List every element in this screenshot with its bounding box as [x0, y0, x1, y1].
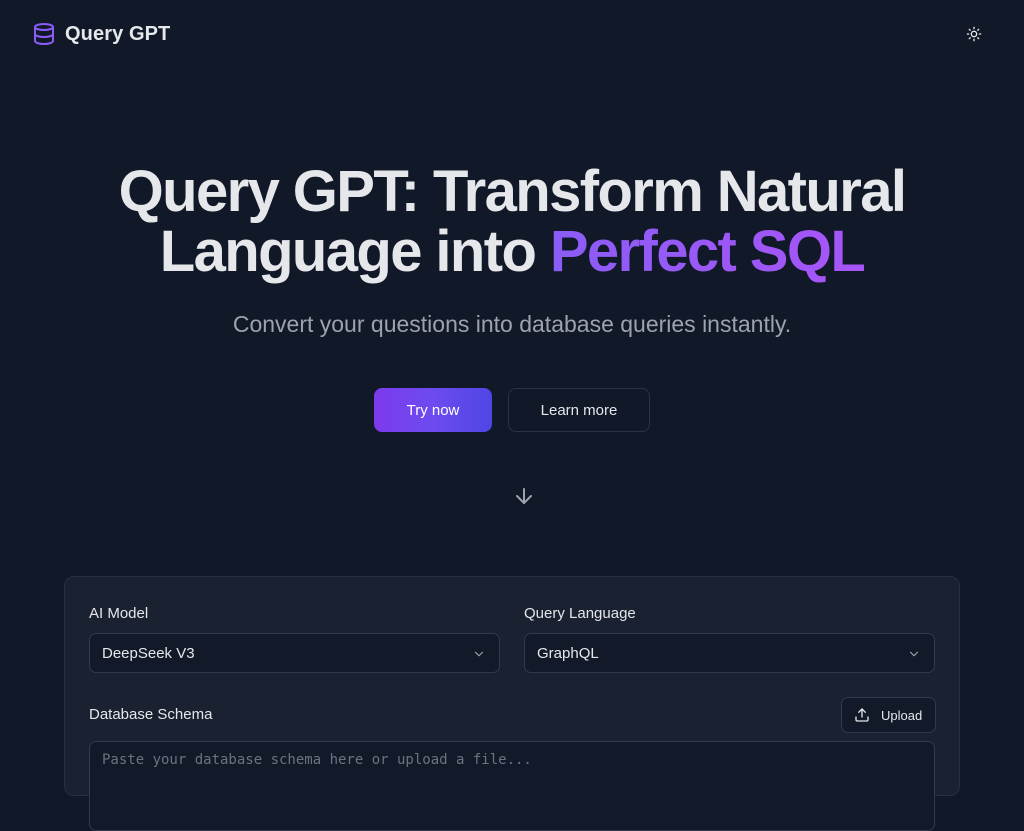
arrow-down-icon[interactable] [512, 484, 536, 508]
hero-title: Query GPT: Transform Natural Language in… [32, 162, 992, 282]
upload-button[interactable]: Upload [841, 697, 936, 733]
hero-title-line2: Language into [159, 219, 550, 284]
hero-subtitle: Convert your questions into database que… [232, 311, 792, 337]
brand-name: Query GPT [65, 22, 171, 45]
learn-more-button[interactable]: Learn more [508, 388, 650, 432]
try-now-button[interactable]: Try now [374, 388, 492, 432]
ai-model-select[interactable]: DeepSeek V3 [89, 633, 500, 673]
upload-icon [855, 708, 869, 722]
top-navbar: Query GPT [0, 0, 1024, 68]
database-schema-label: Database Schema [89, 706, 213, 723]
chevron-down-icon [909, 651, 919, 657]
ai-model-value: DeepSeek V3 [102, 644, 195, 662]
hero-title-accent: Perfect SQL [549, 219, 866, 284]
query-form-panel: AI Model DeepSeek V3 Query Language Grap… [64, 576, 960, 831]
hero-title-line1: Query GPT: Transform Natural [118, 159, 907, 224]
sun-icon [966, 26, 982, 42]
database-icon [34, 23, 54, 45]
schema-textarea[interactable] [89, 741, 935, 831]
query-language-select[interactable]: GraphQL [524, 633, 935, 673]
chevron-down-icon [474, 651, 484, 657]
theme-toggle-button[interactable] [958, 18, 990, 50]
brand-logo-link[interactable]: Query GPT [32, 20, 170, 48]
ai-model-label: AI Model [89, 605, 149, 622]
query-language-value: GraphQL [537, 644, 599, 662]
query-language-label: Query Language [524, 605, 636, 622]
upload-label: Upload [881, 707, 923, 723]
